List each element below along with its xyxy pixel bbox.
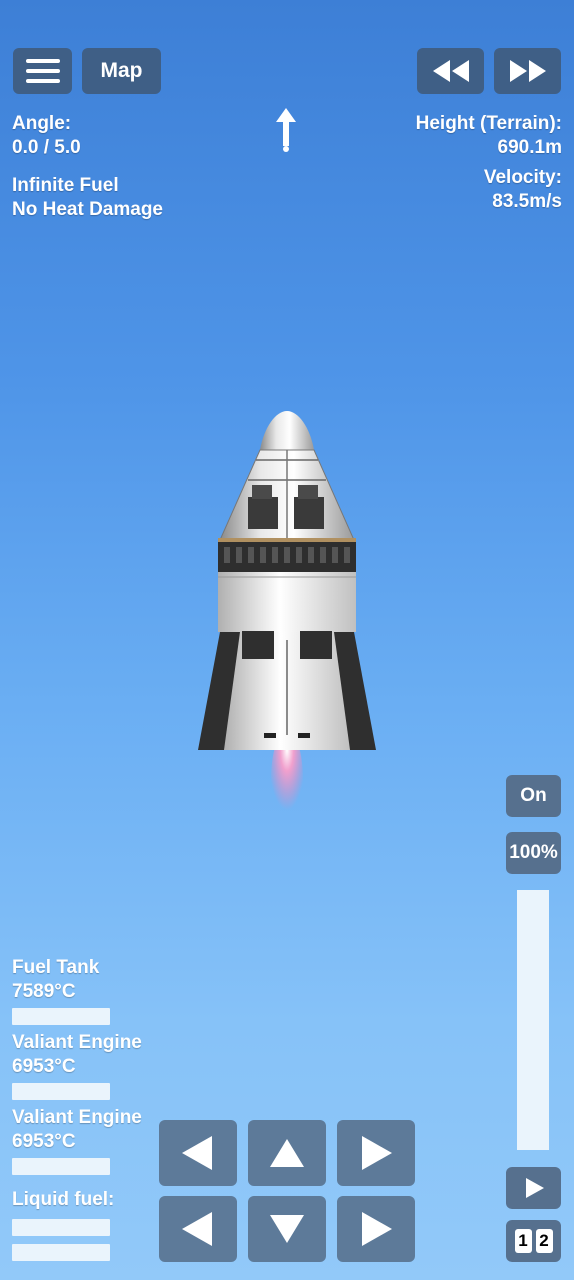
nose-cone (260, 411, 314, 450)
angle-label: Angle: (12, 113, 72, 134)
rewind-button[interactable] (417, 48, 484, 94)
up-button[interactable] (248, 1120, 326, 1186)
part-heat-bar (12, 1158, 110, 1175)
up-arrow-icon (276, 108, 296, 152)
right-arrow-icon (362, 1136, 392, 1170)
rocket (198, 411, 376, 830)
velocity-value: 83.5m/s (492, 191, 562, 212)
map-button[interactable]: Map (82, 48, 161, 94)
part-name: Fuel Tank (12, 957, 100, 978)
cheat-infinite-fuel: Infinite Fuel (12, 175, 119, 196)
part-heat-bar (12, 1008, 110, 1025)
velocity-label: Velocity: (483, 167, 562, 188)
down-button[interactable] (248, 1196, 326, 1262)
fuel-tank (218, 572, 356, 632)
capsule-seat-right (294, 497, 324, 529)
liquid-fuel-label: Liquid fuel: (12, 1189, 115, 1210)
part-temp: 6953°C (12, 1131, 76, 1152)
fast-forward-button[interactable] (494, 48, 561, 94)
part-temp: 7589°C (12, 981, 76, 1002)
up-arrow-icon (270, 1139, 304, 1167)
fast-forward-icon (509, 60, 546, 82)
capsule-seat-left (248, 497, 278, 529)
part-name: Valiant Engine (12, 1032, 142, 1053)
angle-value: 0.0 / 5.0 (12, 137, 81, 158)
throttle-fill (517, 890, 549, 1150)
part-temp: 6953°C (12, 1056, 76, 1077)
left-arrow-icon (182, 1136, 212, 1170)
height-value: 690.1m (497, 137, 562, 158)
rewind-icon (432, 60, 469, 82)
part-name: Valiant Engine (12, 1107, 142, 1128)
menu-button[interactable] (13, 48, 72, 94)
stage-1: 1 (514, 1229, 532, 1253)
liquid-fuel-bar (12, 1219, 110, 1236)
cheat-no-heat-damage: No Heat Damage (12, 199, 163, 220)
stage-button[interactable]: 1 2 (506, 1220, 561, 1262)
hamburger-menu-icon (25, 59, 60, 83)
rotate-left-button[interactable] (159, 1120, 237, 1186)
throttle-percent-button[interactable]: 100% (506, 832, 561, 874)
part-heat-bar (12, 1083, 110, 1100)
height-label: Height (Terrain): (415, 113, 562, 134)
play-icon (525, 1178, 544, 1198)
stage-2: 2 (535, 1229, 553, 1253)
play-button[interactable] (506, 1167, 561, 1209)
engine-toggle-button[interactable]: On (506, 775, 561, 817)
down-arrow-icon (270, 1215, 304, 1243)
rotate-right-button[interactable] (337, 1120, 415, 1186)
right-arrow-icon (362, 1212, 392, 1246)
engine-vent-right (300, 631, 332, 659)
engine-vent-left (242, 631, 274, 659)
liquid-fuel-bar (12, 1244, 110, 1261)
left-button[interactable] (159, 1196, 237, 1262)
right-button[interactable] (337, 1196, 415, 1262)
throttle-slider[interactable] (517, 890, 549, 1150)
left-arrow-icon (182, 1212, 212, 1246)
